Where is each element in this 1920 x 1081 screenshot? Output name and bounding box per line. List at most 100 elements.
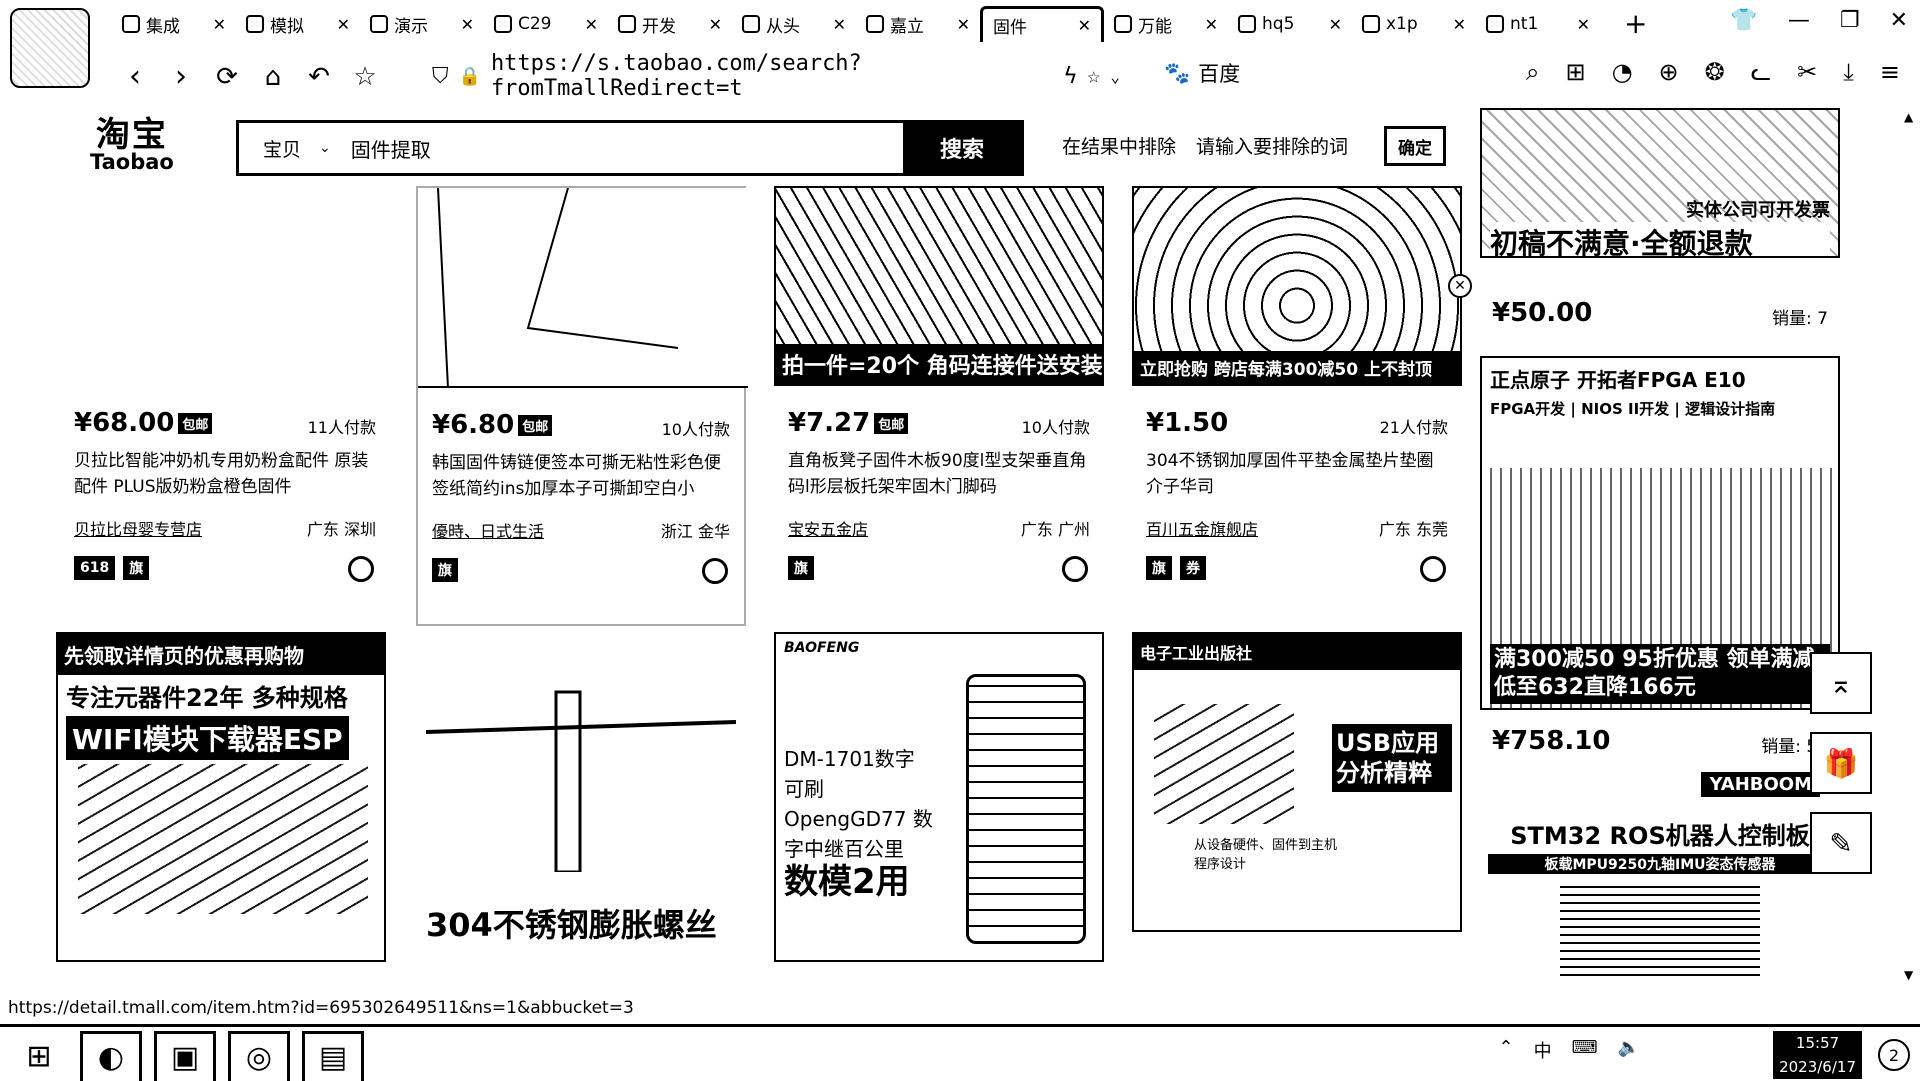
shop-link[interactable]: 贝拉比母婴专营店 <box>74 516 294 540</box>
taobao-logo[interactable]: 淘宝 Taobao <box>90 118 174 173</box>
chevron-down-icon[interactable]: ⌄ <box>319 140 331 156</box>
product-title[interactable]: 贝拉比智能冲奶机专用奶粉盒配件 原装配件 PLUS版奶粉盒橙色固件 <box>74 448 374 502</box>
scroll-up-icon[interactable]: ▲ <box>1904 110 1913 124</box>
close-tab-icon[interactable]: ✕ <box>461 15 474 34</box>
undo-icon[interactable]: ↶ <box>296 52 342 102</box>
browser-tab[interactable]: 演示 ✕ <box>360 6 484 42</box>
gift-icon[interactable]: 🎁 <box>1810 732 1872 794</box>
shop-link[interactable]: 宝安五金店 <box>788 516 1008 540</box>
product-title[interactable]: 304不锈钢加厚固件平垫金属垫片垫圈介子华司 <box>1146 448 1446 502</box>
find-similar-icon[interactable] <box>1420 556 1446 582</box>
close-ad-icon[interactable]: ✕ <box>1448 274 1472 298</box>
page-scrollbar[interactable]: ▲ ▼ <box>1900 106 1920 986</box>
back-icon[interactable]: ‹ <box>112 52 158 102</box>
grid-icon[interactable]: ⊞ <box>1565 58 1585 86</box>
close-tab-icon[interactable]: ✕ <box>337 15 350 34</box>
browser-tab[interactable]: 从头 ✕ <box>732 6 856 42</box>
shield-icon[interactable]: ⛉ <box>432 64 449 89</box>
close-tab-icon[interactable]: ✕ <box>1078 16 1091 35</box>
lightning-icon[interactable]: ϟ <box>1064 64 1077 89</box>
find-similar-icon[interactable] <box>702 558 728 584</box>
ad-image[interactable]: 实体公司可开发票 初稿不满意·全额退款 <box>1480 108 1840 258</box>
product-image[interactable] <box>60 186 390 386</box>
address-bar[interactable]: ⛉ 🔒 https://s.taobao.com/search?fromTmal… <box>432 51 1120 101</box>
close-tab-icon[interactable]: ✕ <box>1329 15 1342 34</box>
product-card[interactable]: 拍一件=20个 角码连接件送安装螺丝 包邮 ¥7.27包邮 10人付款 直角板凳… <box>774 186 1104 626</box>
close-tab-icon[interactable]: ✕ <box>1205 15 1218 34</box>
product-card[interactable]: ¥6.80 包邮 10人付款 韩国固件铸链便签本可撕无粘性彩色便签纸简约ins加厚… <box>416 186 748 626</box>
browser-tab[interactable]: 万能 ✕ <box>1104 6 1228 42</box>
product-title[interactable]: 直角板凳子固件木板90度l型支架垂直角码l形层板托架牢固木门脚码 <box>788 448 1088 502</box>
scissors-icon[interactable]: ✂ <box>1797 58 1817 86</box>
browser-tab[interactable]: 开发 ✕ <box>608 6 732 42</box>
browser-tab[interactable]: nt1 ✕ <box>1476 6 1600 42</box>
browser-tab[interactable]: 嘉立 ✕ <box>856 6 980 42</box>
openai-icon[interactable]: ❂ <box>1705 58 1725 86</box>
feedback-edit-icon[interactable]: ✎ <box>1810 812 1872 874</box>
browser-tab[interactable]: 模拟 ✕ <box>236 6 360 42</box>
bookmark-star-icon[interactable]: ☆ <box>342 52 388 102</box>
favorite-icon[interactable]: ☆ <box>1087 64 1100 89</box>
dropdown-icon[interactable]: ⌄ <box>1110 67 1120 86</box>
product-image[interactable]: 拍一件=20个 角码连接件送安装螺丝 包邮 <box>774 186 1104 386</box>
notification-icon[interactable]: 2 <box>1878 1039 1910 1071</box>
restore-icon[interactable]: ❐ <box>1840 8 1860 33</box>
close-tab-icon[interactable]: ✕ <box>1577 15 1590 34</box>
product-title[interactable]: 韩国固件铸链便签本可撕无粘性彩色便签纸简约ins加厚本子可撕卸空白小 <box>432 450 732 504</box>
product-image[interactable]: 立即抢购 跨店每满300减50 上不封顶 <box>1132 186 1462 386</box>
search-category-select[interactable]: 宝贝 <box>239 135 319 162</box>
url-text[interactable]: https://s.taobao.com/search?fromTmallRed… <box>491 51 1054 101</box>
product-image[interactable] <box>418 188 748 388</box>
shop-link[interactable]: 優時、日式生活 <box>432 518 652 542</box>
browser-tab[interactable]: hq5 ✕ <box>1228 6 1352 42</box>
product-card[interactable]: 立即抢购 跨店每满300减50 上不封顶 ¥1.50 21人付款 304不锈钢加… <box>1132 186 1462 626</box>
search-engine[interactable]: 🐾 百度 <box>1164 58 1240 88</box>
close-tab-icon[interactable]: ✕ <box>1453 15 1466 34</box>
forward-icon[interactable]: › <box>158 52 204 102</box>
close-tab-icon[interactable]: ✕ <box>213 15 226 34</box>
ime-indicator[interactable]: 中 <box>1534 1037 1552 1063</box>
close-window-icon[interactable]: ✕ <box>1890 8 1908 33</box>
ad-image[interactable]: YAHBOOM STM32 ROS机器人控制板 板载MPU9250九轴IMU姿态… <box>1480 772 1840 986</box>
product-image[interactable]: 304不锈钢膨胀螺丝 <box>416 632 746 962</box>
scroll-down-icon[interactable]: ▼ <box>1904 968 1913 982</box>
volume-icon[interactable]: 🔈 <box>1618 1037 1640 1063</box>
product-card[interactable]: ¥68.00 包邮 11人付款 贝拉比智能冲奶机专用奶粉盒配件 原装配件 PLUS… <box>60 186 390 626</box>
menu-icon[interactable]: ≡ <box>1880 58 1900 86</box>
browser-tab-active[interactable]: 固件 ✕ <box>980 6 1104 42</box>
search-icon[interactable]: ⌕ <box>1526 58 1539 86</box>
product-image[interactable]: BAOFENG DM-1701数字 可刷OpengGD77 数字中继百公里 数模… <box>774 632 1104 962</box>
close-tab-icon[interactable]: ✕ <box>709 15 722 34</box>
shirt-icon[interactable]: 👕 <box>1730 8 1757 33</box>
home-icon[interactable]: ⌂ <box>250 52 296 102</box>
browser-app-icon[interactable]: ◐ <box>80 1031 142 1081</box>
ad-image[interactable]: 正点原子 开拓者FPGA E10 FPGA开发 | NIOS II开发 | 逻辑… <box>1480 356 1840 710</box>
product-image[interactable]: 先领取详情页的优惠再购物 专注元器件22年 多种规格 WIFI模块下载器ESP <box>56 632 386 962</box>
chrome-app-icon[interactable]: ◎ <box>228 1031 290 1081</box>
exclude-confirm-button[interactable]: 确定 <box>1384 126 1446 166</box>
cat-icon[interactable]: ᓚ <box>1751 58 1771 86</box>
scroll-top-icon[interactable]: ⌅ <box>1810 652 1872 714</box>
browser-tab[interactable]: C29 ✕ <box>484 6 608 42</box>
browser-tab[interactable]: 集成 ✕ <box>112 6 236 42</box>
download-icon[interactable]: ⤓ <box>1843 58 1854 86</box>
find-similar-icon[interactable] <box>348 556 374 582</box>
app-icon[interactable]: ▣ <box>154 1031 216 1081</box>
search-button[interactable]: 搜索 <box>903 120 1021 176</box>
network-icon[interactable]: ⌨ <box>1572 1037 1598 1063</box>
reload-icon[interactable]: ⟳ <box>204 52 250 102</box>
browser-tab[interactable]: x1p ✕ <box>1352 6 1476 42</box>
close-tab-icon[interactable]: ✕ <box>957 15 970 34</box>
close-tab-icon[interactable]: ✕ <box>585 15 598 34</box>
minimize-icon[interactable]: — <box>1788 8 1810 33</box>
product-image[interactable]: 电子工业出版社 USB应用分析精粹 从设备硬件、固件到主机程序设计 <box>1132 632 1462 932</box>
taskbar-clock[interactable]: 15:57 2023/6/17 <box>1773 1031 1862 1079</box>
new-tab-button[interactable]: + <box>1624 6 1647 42</box>
timer-icon[interactable]: ◔ <box>1612 58 1633 86</box>
shop-link[interactable]: 百川五金旗舰店 <box>1146 516 1366 540</box>
window-app-icon[interactable]: ▤ <box>302 1031 364 1081</box>
tray-expand-icon[interactable]: ⌃ <box>1499 1037 1514 1063</box>
download-circle-icon[interactable]: ⊕ <box>1659 58 1679 86</box>
exclude-input[interactable]: 请输入要排除的词 <box>1196 132 1348 159</box>
close-tab-icon[interactable]: ✕ <box>833 15 846 34</box>
